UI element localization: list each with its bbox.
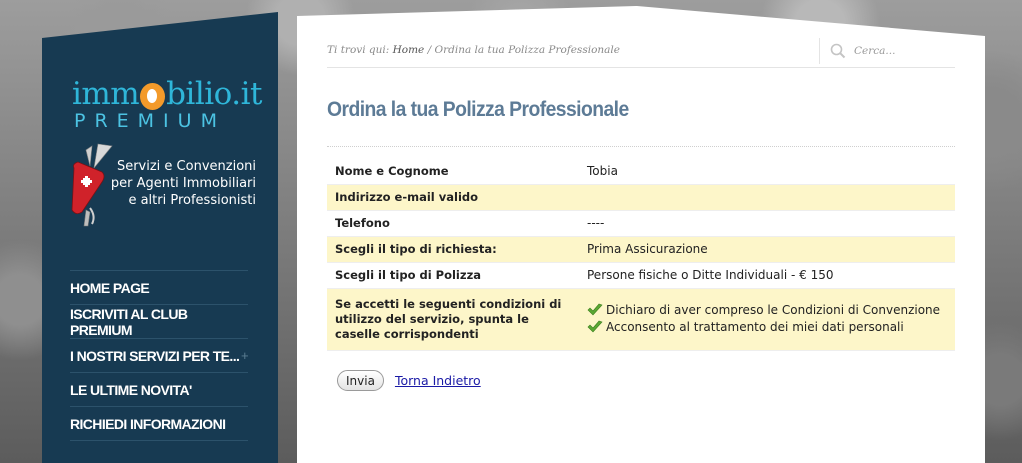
nav-item-home-page[interactable]: HOME PAGE <box>70 271 248 305</box>
search-box <box>819 38 955 64</box>
nav-item-servizi[interactable]: I NOSTRI SERVIZI PER TE... + <box>70 339 249 373</box>
tagline: Servizi e Convenzioni per Agenti Immobil… <box>102 158 256 209</box>
nav-item-label: ISCRIVITI AL CLUB PREMIUM <box>70 305 188 338</box>
field-value: Tobia <box>579 158 955 185</box>
order-summary-table: Nome e Cognome Tobia Indirizzo e-mail va… <box>327 158 955 351</box>
nav-item-label: LE ULTIME NOVITA' <box>70 381 192 398</box>
condition-text: Dichiaro di aver compreso le Condizioni … <box>606 303 941 317</box>
logo[interactable]: imm bilio.it PREMIUM <box>72 76 262 132</box>
breadcrumb-home-link[interactable]: Home <box>393 44 425 56</box>
top-bar: Ti trovi qui: Home / Ordina la tua Poliz… <box>327 36 955 68</box>
condition-item: Dichiaro di aver compreso le Condizioni … <box>587 302 947 319</box>
field-label: Scegli il tipo di richiesta: <box>327 236 579 263</box>
breadcrumb-separator: / <box>424 44 435 56</box>
table-row: Nome e Cognome Tobia <box>327 158 955 185</box>
tagline-line: per Agenti Immobiliari <box>110 176 256 191</box>
logo-premium: PREMIUM <box>74 110 226 132</box>
breadcrumb: Ti trovi qui: Home / Ordina la tua Poliz… <box>327 44 620 56</box>
field-label: Indirizzo e-mail valido <box>327 184 579 211</box>
nav-item-label: HOME PAGE <box>70 279 150 296</box>
expand-plus-icon[interactable]: + <box>241 348 249 363</box>
search-input[interactable] <box>854 45 954 57</box>
page-title: Ordina la tua Polizza Professionale <box>327 98 629 121</box>
nav-item-novita[interactable]: LE ULTIME NOVITA' <box>70 373 248 407</box>
nav-item-label: RICHIEDI INFORMAZIONI <box>70 415 226 432</box>
field-value: Persone fisiche o Ditte Individuali - € … <box>579 262 955 289</box>
sidebar: imm bilio.it PREMIUM Servizi e Convenzion… <box>42 12 278 463</box>
main-nav: HOME PAGE ISCRIVITI AL CLUB PREMIUM I NO… <box>70 270 249 441</box>
field-value: ---- <box>579 210 955 237</box>
field-label: Scegli il tipo di Polizza <box>327 262 579 289</box>
logo-wordmark: imm bilio.it <box>72 76 262 112</box>
field-label: Telefono <box>327 210 579 237</box>
nav-item-label: I NOSTRI SERVIZI PER TE... <box>70 347 240 364</box>
checkmark-icon <box>587 303 603 316</box>
tagline-line: e altri Professionisti <box>128 193 256 208</box>
tagline-line: Servizi e Convenzioni <box>116 159 256 174</box>
search-icon[interactable] <box>830 43 846 59</box>
content-panel: Ti trovi qui: Home / Ordina la tua Poliz… <box>297 6 985 463</box>
condition-text: Acconsento al trattamento dei miei dati … <box>606 320 904 334</box>
field-label: Nome e Cognome <box>327 158 579 185</box>
table-row: Scegli il tipo di Polizza Persone fisich… <box>327 262 955 289</box>
back-link[interactable]: Torna Indietro <box>395 373 481 388</box>
breadcrumb-prefix: Ti trovi qui: <box>327 44 393 56</box>
logo-mascot-icon <box>140 82 166 110</box>
condition-item: Acconsento al trattamento dei miei dati … <box>587 319 947 336</box>
table-row: Telefono ---- <box>327 210 955 237</box>
form-actions: Invia Torna Indietro <box>337 370 481 391</box>
table-row-conditions: Se accetti le seguenti condizioni di uti… <box>327 288 955 351</box>
logo-text-start: imm <box>72 76 140 112</box>
nav-item-richiedi-informazioni[interactable]: RICHIEDI INFORMAZIONI <box>70 407 248 441</box>
field-value <box>579 184 955 211</box>
title-divider <box>327 146 955 147</box>
checkmark-icon <box>587 320 603 333</box>
conditions-label: Se accetti le seguenti condizioni di uti… <box>327 288 579 351</box>
breadcrumb-current: Ordina la tua Polizza Professionale <box>434 44 620 56</box>
submit-button[interactable]: Invia <box>337 370 384 391</box>
nav-item-iscriviti[interactable]: ISCRIVITI AL CLUB PREMIUM <box>70 305 248 339</box>
field-value: Prima Assicurazione <box>579 236 955 263</box>
table-row: Indirizzo e-mail valido <box>327 184 955 211</box>
logo-text-end: bilio.it <box>166 76 262 112</box>
table-row: Scegli il tipo di richiesta: Prima Assic… <box>327 236 955 263</box>
conditions-values: Dichiaro di aver compreso le Condizioni … <box>579 288 955 351</box>
